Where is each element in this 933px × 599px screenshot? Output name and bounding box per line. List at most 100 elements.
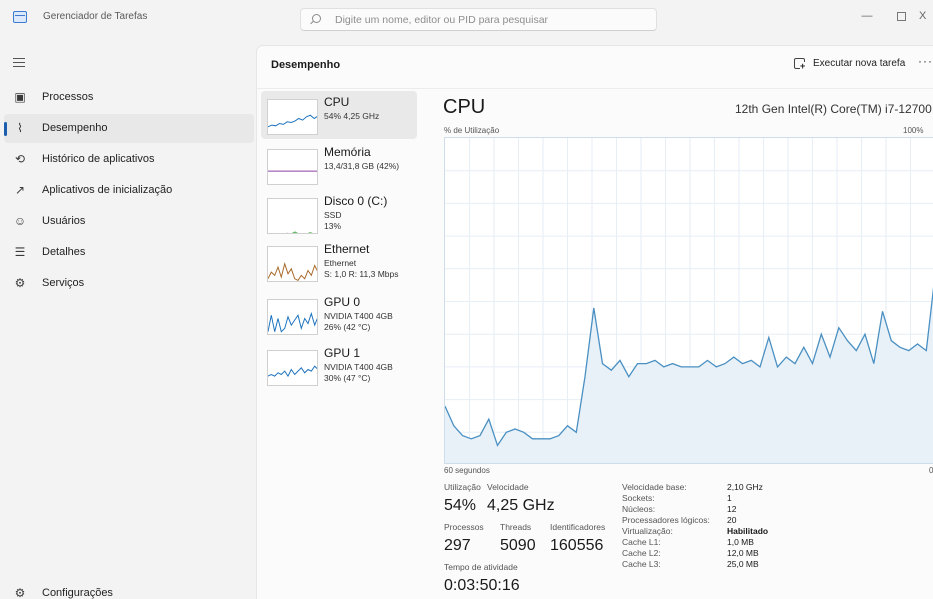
search-input[interactable]: Digite um nome, editor ou PID para pesqu… <box>300 8 657 31</box>
threads-value: 5090 <box>500 537 536 554</box>
sparkline-svg <box>268 365 317 378</box>
processes-value: 297 <box>444 537 471 554</box>
device-name: Ethernet <box>324 242 370 256</box>
sparkline-svg <box>268 170 317 172</box>
spec-value: 12,0 MB <box>727 548 759 558</box>
minimize-button[interactable]: — <box>850 6 884 26</box>
maximize-icon <box>896 11 906 21</box>
spec-label: Virtualização: <box>622 526 673 536</box>
title-bar: Gerenciador de Tarefas Digite um nome, e… <box>0 0 933 36</box>
device-detail-2: S: 1,0 R: 11,3 Mbps <box>324 269 399 279</box>
history-icon: ⟲ <box>14 152 26 166</box>
x-axis-right-label: 0 <box>929 466 933 475</box>
sparkline-svg <box>286 231 313 233</box>
sidebar-item-label: Usuários <box>42 215 86 227</box>
device-name: Disco 0 (C:) <box>324 194 388 208</box>
sidebar-item-label: Histórico de aplicativos <box>42 153 155 165</box>
sidebar-item-label: Serviços <box>42 277 85 289</box>
device-sparkline <box>267 149 318 185</box>
sparkline-svg <box>268 262 317 281</box>
device-name: CPU <box>324 95 350 109</box>
spec-value: 20 <box>727 515 737 525</box>
sparkline-svg <box>268 311 317 333</box>
spec-label: Velocidade base: <box>622 482 687 492</box>
startup-icon: ↗ <box>14 183 26 197</box>
users-icon: ☺ <box>13 214 27 228</box>
device-card-4[interactable]: Ethernet Ethernet S: 1,0 R: 11,3 Mbps <box>261 238 417 286</box>
sparkline <box>268 311 317 333</box>
device-card-2[interactable]: Memória 13,4/31,8 GB (42%) <box>261 141 417 189</box>
sidebar-item-users[interactable]: ☺ Usuários <box>4 207 254 236</box>
sidebar-item-startup[interactable]: ↗ Aplicativos de inicialização <box>4 176 254 205</box>
device-card-3[interactable]: Disco 0 (C:) SSD 13% <box>261 190 417 238</box>
utilization-value: 54% <box>444 497 477 514</box>
x-axis-left-label: 60 segundos <box>444 466 490 475</box>
search-icon <box>312 14 321 23</box>
spec-value: 12 <box>727 504 737 514</box>
new-task-icon <box>794 58 808 70</box>
device-detail-1: NVIDIA T400 4GB <box>324 362 393 372</box>
device-detail-1: NVIDIA T400 4GB <box>324 311 393 321</box>
app-title: Gerenciador de Tarefas <box>43 11 148 22</box>
details-icon: ☰ <box>14 245 26 259</box>
sidebar: ▣ Processos ⌇ Desempenho ⟲ Histórico de aplic… <box>0 36 256 599</box>
device-card-6[interactable]: GPU 1 NVIDIA T400 4GB 30% (47 °C) <box>261 342 417 390</box>
more-options-button[interactable]: ··· <box>918 54 933 68</box>
sidebar-item-processes[interactable]: ▣ Processos <box>4 83 254 112</box>
spec-label: Núcleos: <box>622 504 656 514</box>
sidebar-item-label: Aplicativos de inicialização <box>42 184 173 196</box>
device-detail-1: Ethernet <box>324 258 357 268</box>
services-icon: ⚙ <box>14 276 26 290</box>
close-button[interactable]: X <box>919 6 933 26</box>
device-card-1[interactable]: CPU 54% 4,25 GHz <box>261 91 417 139</box>
sparkline <box>286 231 313 233</box>
handles-value: 160556 <box>550 537 604 554</box>
speed-label: Velocidade <box>487 482 529 492</box>
sidebar-item-label: Processos <box>42 91 94 103</box>
spec-value: 2,10 GHz <box>727 482 763 492</box>
uptime-label: Tempo de atividade <box>444 562 518 572</box>
spec-label: Cache L1: <box>622 537 661 547</box>
sidebar-item-label: Configurações <box>42 587 113 599</box>
device-sparkline <box>267 198 318 234</box>
sparkline <box>268 114 317 128</box>
device-detail-1: 13,4/31,8 GB (42%) <box>324 161 400 171</box>
performance-icon: ⌇ <box>17 121 23 135</box>
spec-value: 25,0 MB <box>727 559 759 569</box>
device-detail-2: 30% (47 °C) <box>324 373 371 383</box>
spec-label: Cache L3: <box>622 559 661 569</box>
device-name: Memória <box>324 145 371 159</box>
sidebar-item-label: Desempenho <box>42 122 108 134</box>
sidebar-item-history[interactable]: ⟲ Histórico de aplicativos <box>4 145 254 174</box>
detail-title: CPU <box>443 96 486 118</box>
device-name: GPU 1 <box>324 346 361 360</box>
sidebar-item-settings[interactable]: ⚙ Configurações <box>4 579 254 599</box>
menu-icon[interactable] <box>13 58 25 70</box>
maximize-button[interactable] <box>884 6 918 26</box>
sidebar-item-details[interactable]: ☰ Detalhes <box>4 238 254 267</box>
spec-label: Cache L2: <box>622 548 661 558</box>
spec-value: Habilitado <box>727 526 769 536</box>
uptime-value: 0:03:50:16 <box>444 577 520 594</box>
task-manager-icon <box>13 11 27 23</box>
device-sparkline <box>267 350 318 386</box>
sidebar-item-performance[interactable]: ⌇ Desempenho <box>4 114 254 143</box>
cpu-model: 12th Gen Intel(R) Core(TM) i7-12700 <box>735 102 932 116</box>
y-axis-caption: % de Utilização <box>444 126 500 135</box>
spec-value: 1,0 MB <box>727 537 754 547</box>
y-axis-max: 100% <box>903 126 924 135</box>
sidebar-item-services[interactable]: ⚙ Serviços <box>4 269 254 298</box>
processes-icon: ▣ <box>14 90 26 104</box>
device-name: GPU 0 <box>324 295 361 309</box>
sparkline <box>268 262 317 281</box>
main-panel: Desempenho Executar nova tarefa ··· CPU 5… <box>256 45 933 599</box>
spec-value: 1 <box>727 493 732 503</box>
device-detail-1: SSD <box>324 210 342 220</box>
utilization-label: Utilização <box>444 482 481 492</box>
cpu-utilization-chart <box>444 137 933 464</box>
processes-label: Processos <box>444 522 484 532</box>
settings-icon: ⚙ <box>14 586 26 599</box>
run-new-task-label: Executar nova tarefa <box>813 58 906 69</box>
device-card-5[interactable]: GPU 0 NVIDIA T400 4GB 26% (42 °C) <box>261 291 417 339</box>
device-detail-2: 26% (42 °C) <box>324 322 371 332</box>
